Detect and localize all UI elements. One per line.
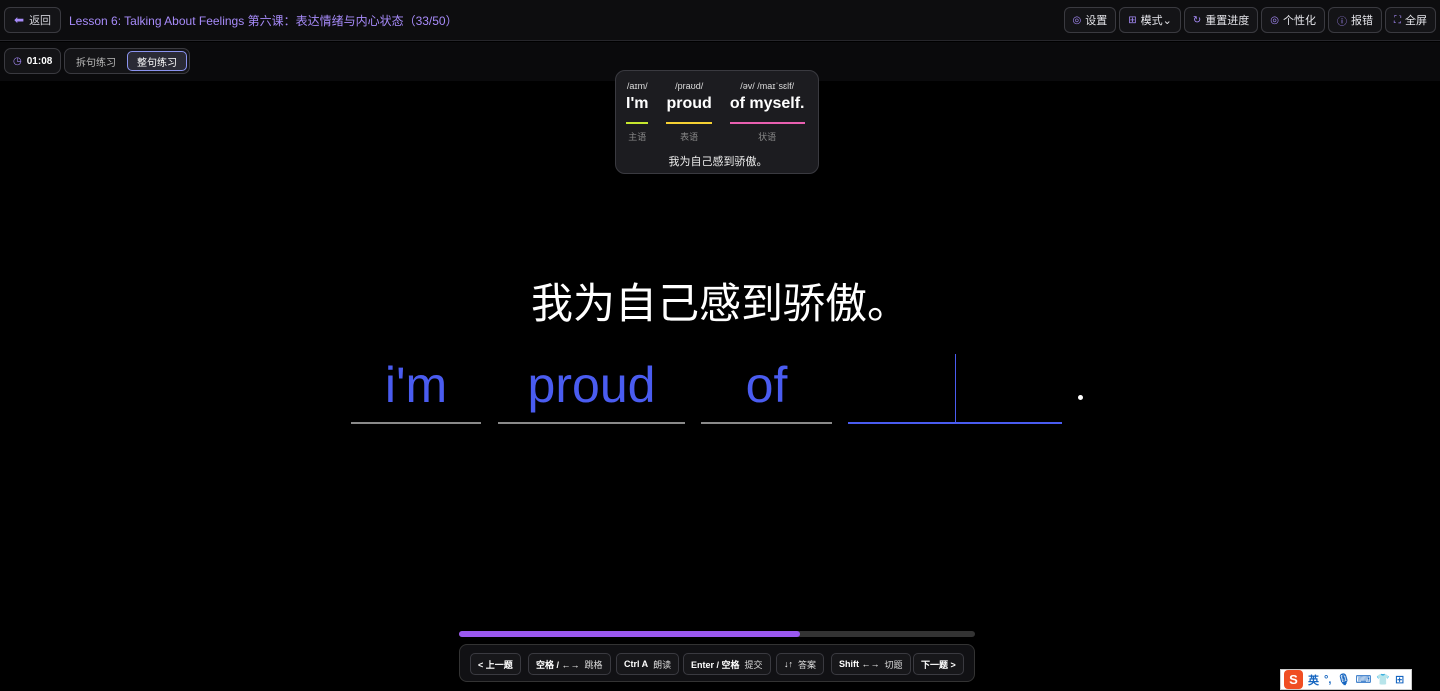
shortcut-label: 切题 — [884, 659, 903, 670]
report-error-button[interactable]: ⓘ 报错 — [1328, 7, 1382, 33]
shortcut-key: Ctrl A — [624, 659, 649, 669]
microphone-icon[interactable]: 🎙 — [1336, 673, 1350, 686]
sentence-period — [1078, 395, 1083, 400]
prev-question-button[interactable]: < 上一题 — [470, 653, 521, 675]
settings-button[interactable]: ◎ 设置 — [1063, 7, 1117, 33]
menu-grid-icon[interactable]: ⊞ — [1395, 673, 1404, 686]
grid-icon: ⊞ — [1128, 14, 1137, 26]
sentence-hint-card: /aɪm/ I'm 主语 /praʊd/ proud 表语 /əv/ /maɪˈ… — [615, 70, 819, 174]
chunk-underline — [626, 122, 649, 124]
shortcut-submit[interactable]: Enter / 空格 提交 — [683, 653, 771, 675]
ime-toolbar: S 英 °, 🎙 ⌨ 👕 ⊞ — [1280, 669, 1412, 690]
lesson-title: Lesson 6: Talking About Feelings 第六课：表达情… — [69, 14, 458, 28]
shortcut-label: 朗读 — [653, 659, 672, 670]
shortcut-skip-blank[interactable]: 空格 / ←→ 跳格 — [528, 653, 611, 675]
shirt-icon[interactable]: 👕 — [1376, 673, 1390, 686]
shortcut-label: 提交 — [744, 659, 763, 670]
text-caret — [955, 354, 956, 422]
progress-bar — [459, 631, 975, 637]
reset-progress-label: 重置进度 — [1205, 15, 1250, 27]
chunk-underline — [666, 122, 712, 124]
back-button[interactable]: ⬅ 返回 — [4, 7, 62, 33]
report-error-label: 报错 — [1351, 15, 1373, 27]
punctuation-icon[interactable]: °, — [1324, 674, 1331, 686]
chunk-phonetic: /praʊd/ — [675, 81, 704, 91]
answer-text: i'm — [384, 357, 448, 413]
chunk-word: proud — [666, 95, 712, 112]
back-label: 返回 — [29, 15, 52, 27]
practice-mode-toggle: 拆句练习 整句练习 — [64, 48, 190, 74]
keyboard-icon[interactable]: ⌨ — [1355, 673, 1371, 686]
personalize-label: 个性化 — [1283, 15, 1316, 27]
chunk-underline — [729, 122, 805, 124]
chunk-word: I'm — [626, 95, 649, 112]
chunk-phonetic: /aɪm/ — [626, 81, 648, 91]
progress-fill — [459, 631, 800, 637]
alert-icon: ⓘ — [1337, 16, 1347, 28]
shortcut-key: 空格 / ←→ — [536, 659, 580, 670]
chunk-subject: /aɪm/ I'm 主语 — [626, 81, 649, 143]
clock-icon: ◷ — [13, 55, 22, 67]
shortcut-key: Shift ←→ — [839, 659, 880, 669]
answer-slot-3[interactable]: of — [701, 354, 832, 424]
tab-whole-practice[interactable]: 整句练习 — [127, 51, 187, 71]
ime-language[interactable]: 英 — [1308, 672, 1319, 688]
shortcut-label: 答案 — [798, 659, 817, 670]
reset-progress-button[interactable]: ↻ 重置进度 — [1183, 7, 1259, 33]
chunk-role: 主语 — [628, 132, 647, 142]
mode-label: 模式⌄ — [1140, 15, 1172, 27]
shortcut-label: 跳格 — [584, 659, 603, 670]
chunk-phonetic: /əv/ /maɪˈsɛlf/ — [740, 81, 795, 91]
chunk-role: 状语 — [758, 132, 777, 142]
chinese-prompt: 我为自己感到骄傲。 — [530, 280, 909, 327]
tab-split-practice[interactable]: 拆句练习 — [67, 51, 125, 71]
fullscreen-label: 全屏 — [1405, 15, 1427, 27]
ime-logo-icon[interactable]: S — [1284, 670, 1303, 689]
shortcut-read-aloud[interactable]: Ctrl A 朗读 — [616, 653, 680, 675]
shortcut-switch-question[interactable]: Shift ←→ 切题 — [831, 653, 911, 675]
shortcut-answer[interactable]: ↓↑ 答案 — [776, 653, 825, 675]
hint-translation: 我为自己感到骄傲。 — [668, 156, 768, 168]
personalize-button[interactable]: ◎ 个性化 — [1261, 7, 1325, 33]
chunk-list: /aɪm/ I'm 主语 /praʊd/ proud 表语 /əv/ /maɪˈ… — [626, 81, 805, 143]
chunk-predicative: /praʊd/ proud 表语 — [666, 81, 712, 143]
timer: ◷ 01:08 — [4, 48, 62, 74]
answer-slot-1[interactable]: i'm — [351, 354, 481, 424]
top-header: ⬅ 返回 Lesson 6: Talking About Feelings 第六… — [0, 0, 1440, 41]
chunk-adverbial: /əv/ /maɪˈsɛlf/ of myself. 状语 — [729, 81, 805, 143]
shortcut-key: 下一题 > — [921, 659, 956, 670]
toolbar: ◎ 设置 ⊞ 模式⌄ ↻ 重置进度 ◎ 个性化 ⓘ 报错 ⛶ 全屏 — [1063, 7, 1436, 33]
answer-text: of — [745, 357, 788, 413]
fullscreen-button[interactable]: ⛶ 全屏 — [1385, 7, 1436, 33]
shortcut-key: ↓↑ — [784, 659, 793, 669]
palette-icon: ◎ — [1270, 14, 1279, 26]
gear-icon: ◎ — [1072, 14, 1082, 26]
back-arrow-icon: ⬅ — [14, 13, 25, 27]
answer-text: proud — [527, 357, 656, 413]
fullscreen-icon: ⛶ — [1394, 14, 1401, 26]
timer-value: 01:08 — [26, 55, 53, 67]
refresh-icon: ↻ — [1192, 14, 1202, 26]
settings-label: 设置 — [1085, 15, 1108, 27]
shortcut-key: < 上一题 — [478, 659, 513, 670]
shortcut-bar: < 上一题 空格 / ←→ 跳格 Ctrl A 朗读 Enter / 空格 提交… — [459, 644, 975, 682]
chunk-role: 表语 — [680, 132, 699, 142]
mode-dropdown-button[interactable]: ⊞ 模式⌄ — [1119, 7, 1181, 33]
answer-slot-2[interactable]: proud — [498, 354, 685, 424]
next-question-button[interactable]: 下一题 > — [913, 653, 964, 675]
shortcut-key: Enter / 空格 — [691, 659, 740, 670]
chunk-word: of myself. — [729, 95, 805, 112]
